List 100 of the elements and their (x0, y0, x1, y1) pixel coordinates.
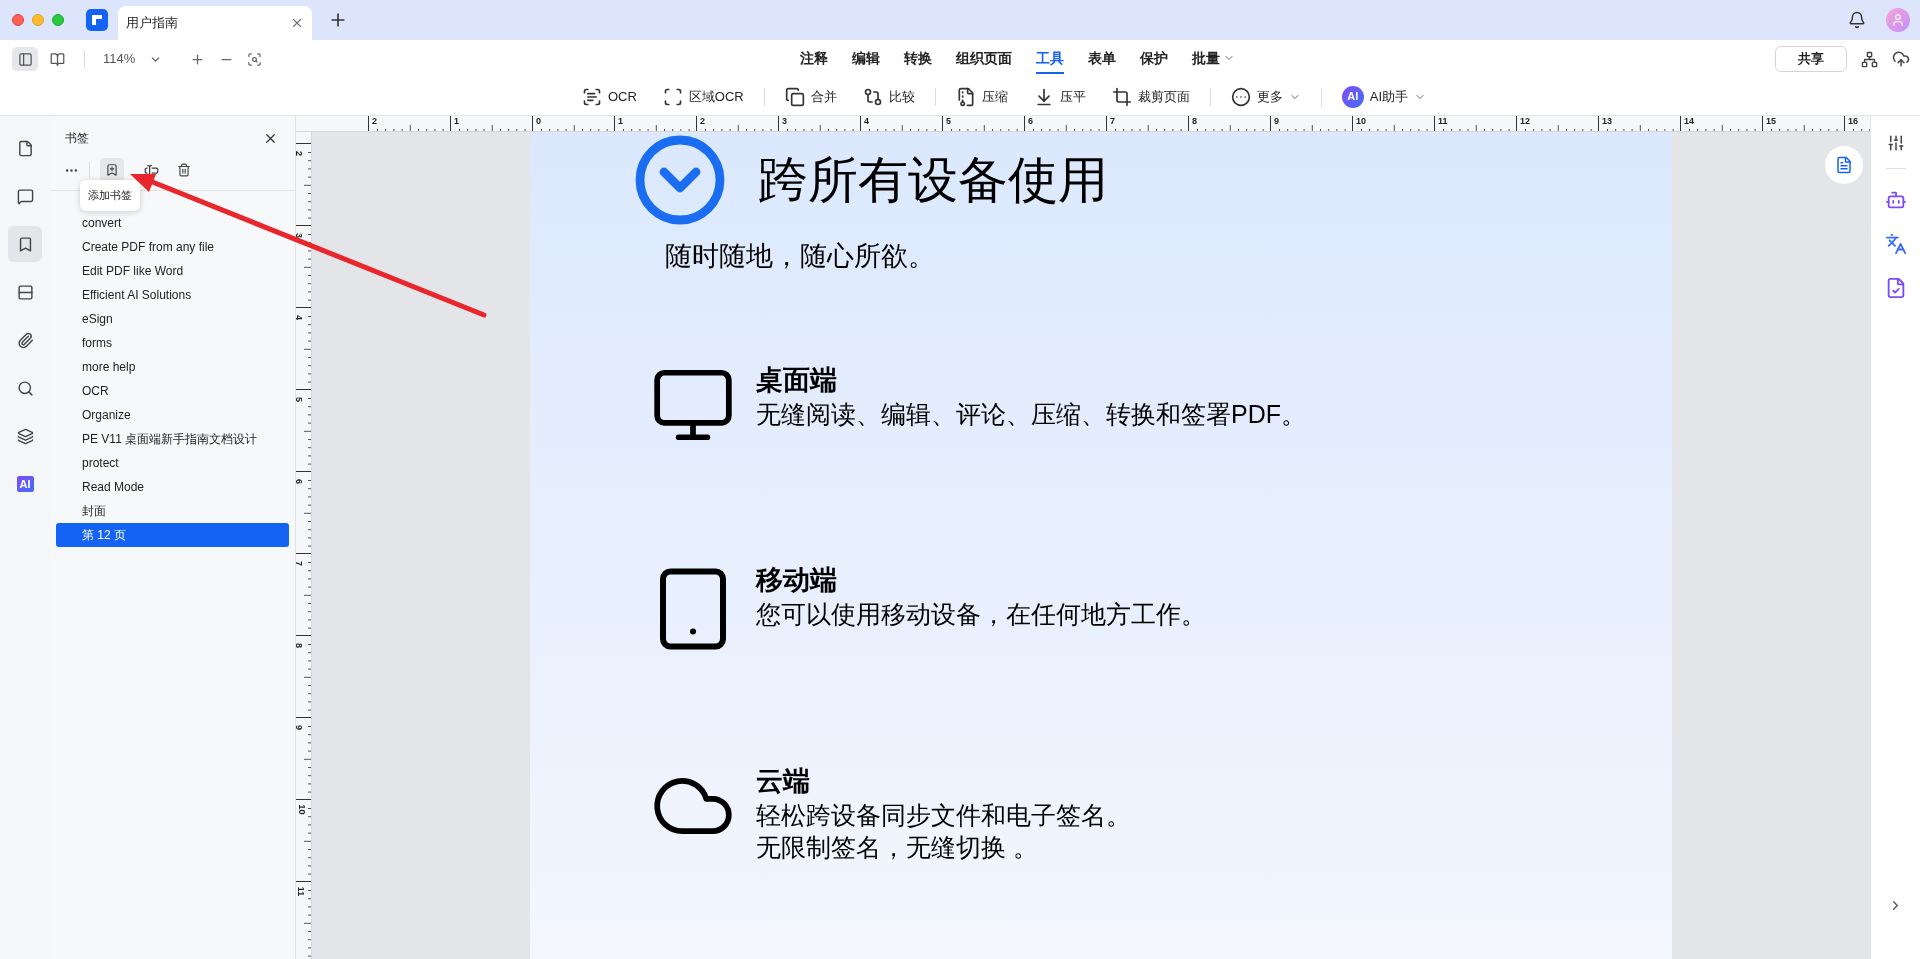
ruler-ticks (704, 125, 773, 131)
ruler-label: 7 (296, 561, 304, 566)
ruler-label: 12 (1520, 116, 1530, 127)
page-title: 跨所有设备使用 (758, 151, 1108, 210)
ruler-ticks (304, 397, 311, 466)
bookmark-item[interactable]: 封面 (56, 499, 289, 523)
ruler-ticks (950, 125, 1019, 131)
ruler-ticks (376, 125, 445, 131)
tool-button[interactable]: 更多 (1230, 86, 1301, 107)
ruler-label: 10 (1356, 116, 1366, 127)
zoom-in-icon[interactable] (190, 51, 206, 67)
bookmark-item[interactable]: forms (56, 331, 289, 355)
tool-button[interactable]: 压平 (1033, 86, 1086, 107)
ruler-ticks (304, 233, 311, 302)
zoom-dropdown[interactable]: 114% (93, 49, 163, 69)
bookmark-item[interactable]: Create PDF from any file (56, 235, 289, 259)
section-heading: 云端 (756, 765, 811, 798)
bookmark-item[interactable]: convert (56, 211, 289, 235)
ruler-label: 1 (618, 116, 623, 127)
convert-to-word-button[interactable] (1825, 146, 1863, 184)
tool-button[interactable]: 比较 (862, 86, 915, 107)
menu-tab[interactable]: 工具 (1035, 44, 1064, 74)
menu-tab[interactable]: 保护 (1139, 44, 1168, 74)
document-tab[interactable]: 用户指南 (118, 6, 312, 40)
menu-tab[interactable]: 表单 (1087, 44, 1116, 74)
tool-button[interactable]: 区域OCR (662, 86, 744, 107)
rows-icon (16, 283, 34, 301)
ruler-ticks (304, 725, 311, 794)
ruler-ticks (540, 125, 609, 131)
ruler-label: 2 (296, 151, 304, 156)
document-icon (1835, 156, 1853, 174)
paperclip-icon (16, 331, 34, 349)
ruler-label: 4 (296, 315, 304, 320)
bookmark-item[interactable]: 第 12 页 (56, 523, 289, 547)
tool-button[interactable]: OCR (581, 86, 637, 107)
ruler-ticks (786, 125, 855, 131)
tool-button[interactable]: 合并 (784, 86, 837, 107)
ruler-ticks (304, 561, 311, 630)
rail-button[interactable] (8, 226, 42, 262)
menu-tab[interactable]: 编辑 (851, 44, 880, 74)
section-text: 无限制签名，无缝切换 。 (756, 832, 1039, 863)
view-mode-button[interactable] (12, 47, 38, 71)
rail-button[interactable]: AI (8, 466, 42, 502)
ruler-ticks (304, 151, 311, 220)
bookmark-item[interactable]: Efficient AI Solutions (56, 283, 289, 307)
ruler-ticks (1360, 125, 1429, 131)
add-bookmark-button[interactable] (100, 158, 124, 182)
bookmark-item[interactable]: more help (56, 355, 289, 379)
ruler-ticks (1442, 125, 1511, 131)
bookmark-item[interactable]: Edit PDF like Word (56, 259, 289, 283)
network-icon[interactable] (1861, 50, 1878, 68)
comment-icon (16, 187, 34, 205)
text-scan-icon (581, 86, 602, 107)
robot-icon[interactable] (1884, 189, 1907, 211)
section-heading: 移动端 (756, 564, 838, 597)
close-window-button[interactable] (12, 14, 24, 26)
tool-button[interactable]: 裁剪页面 (1111, 86, 1190, 107)
section-heading: 桌面端 (756, 364, 838, 397)
ruler-label: 11 (1438, 116, 1448, 127)
ruler-ticks (1196, 125, 1265, 131)
ruler-label: 11 (296, 886, 307, 897)
notification-icon[interactable] (1848, 11, 1866, 29)
ruler-ticks (1688, 125, 1757, 131)
upload-icon[interactable] (1892, 50, 1910, 68)
ruler-ticks (1524, 125, 1593, 131)
layers-icon (16, 427, 34, 445)
ruler-ticks (304, 807, 311, 876)
share-button[interactable]: 共享 (1775, 46, 1847, 72)
ellipsis-icon (1230, 86, 1251, 107)
ruler-label: 4 (864, 116, 869, 127)
bookmark-item[interactable]: PE V11 桌面端新手指南文档设计 (56, 427, 289, 451)
ruler-label: 10 (296, 804, 307, 815)
ruler-ticks (622, 125, 691, 131)
menu-tab[interactable]: 转换 (903, 44, 932, 74)
panel-title: 书签 (65, 130, 90, 147)
bookmark-item[interactable]: eSign (56, 307, 289, 331)
ruler-label: 2 (700, 116, 705, 127)
compare-icon (862, 86, 883, 107)
bookmark-item[interactable]: Read Mode (56, 475, 289, 499)
translate-icon[interactable] (1884, 233, 1907, 255)
ruler-label: 5 (946, 116, 951, 127)
sliders-icon[interactable] (1886, 134, 1905, 152)
ruler-label: 15 (1766, 116, 1776, 127)
ruler-label: 8 (1192, 116, 1197, 127)
zoom-area-icon[interactable] (247, 51, 263, 67)
trash-icon[interactable] (177, 163, 191, 177)
ruler-ticks (1770, 125, 1839, 131)
ruler-label: 1 (454, 116, 459, 127)
page-subtitle: 随时随地，随心所欲。 (665, 240, 936, 273)
menu-tab[interactable]: 组织页面 (955, 44, 1012, 74)
bookmark-item[interactable]: OCR (56, 379, 289, 403)
ruler-label: 7 (1110, 116, 1115, 127)
sidebar-icon (17, 51, 33, 67)
ai-badge: AI (1341, 85, 1364, 108)
tool-button[interactable]: AI AI助手 (1341, 85, 1427, 108)
bookmark-item[interactable]: protect (56, 451, 289, 475)
menu-tab[interactable]: 注释 (799, 44, 828, 74)
menu-tab[interactable]: 批量 (1191, 44, 1235, 74)
tool-button[interactable]: 压缩 (955, 86, 1008, 107)
bookmark-item[interactable]: Organize (56, 403, 289, 427)
